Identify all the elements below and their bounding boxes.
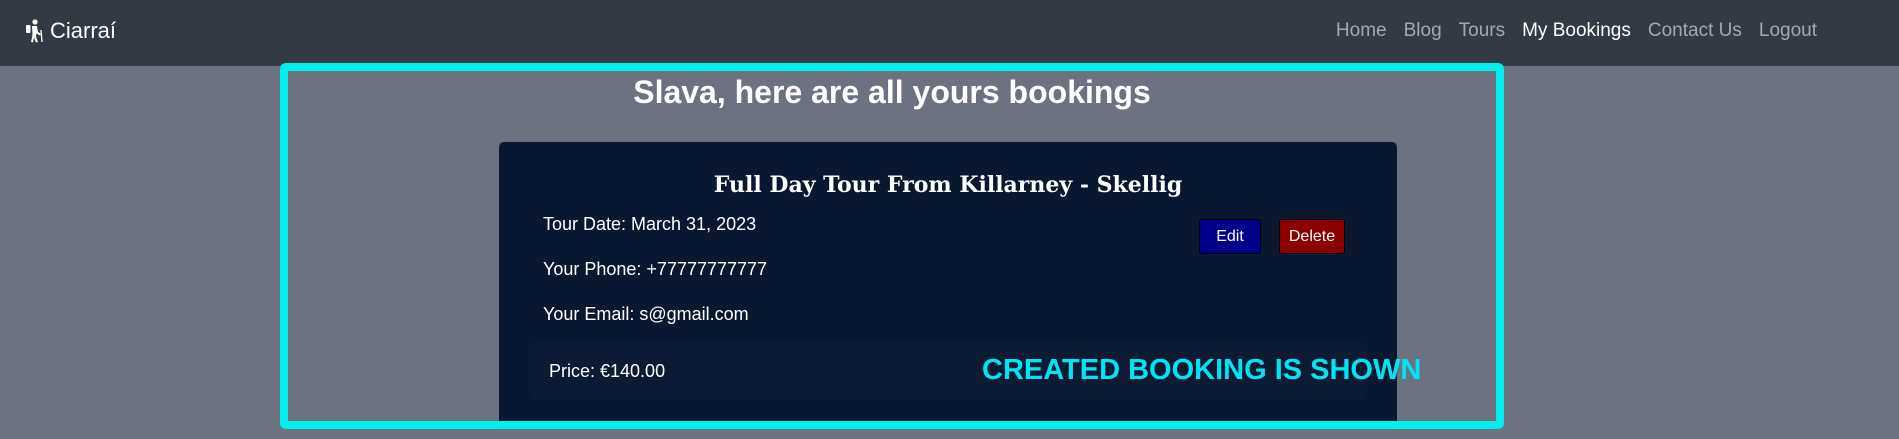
nav-contact-us[interactable]: Contact Us [1648, 20, 1742, 42]
navbar: Ciarraí Home Blog Tours My Bookings Cont… [0, 0, 1899, 66]
nav-tours[interactable]: Tours [1459, 20, 1505, 42]
nav-blog[interactable]: Blog [1404, 20, 1442, 42]
nav-logout[interactable]: Logout [1759, 20, 1817, 42]
nav-home[interactable]: Home [1336, 20, 1387, 42]
nav-links: Home Blog Tours My Bookings Contact Us L… [1336, 20, 1817, 42]
brand-link[interactable]: Ciarraí [24, 18, 116, 44]
nav-my-bookings[interactable]: My Bookings [1522, 20, 1631, 42]
brand-name: Ciarraí [50, 18, 117, 43]
hiker-icon [26, 19, 43, 43]
highlight-box [280, 63, 1504, 429]
